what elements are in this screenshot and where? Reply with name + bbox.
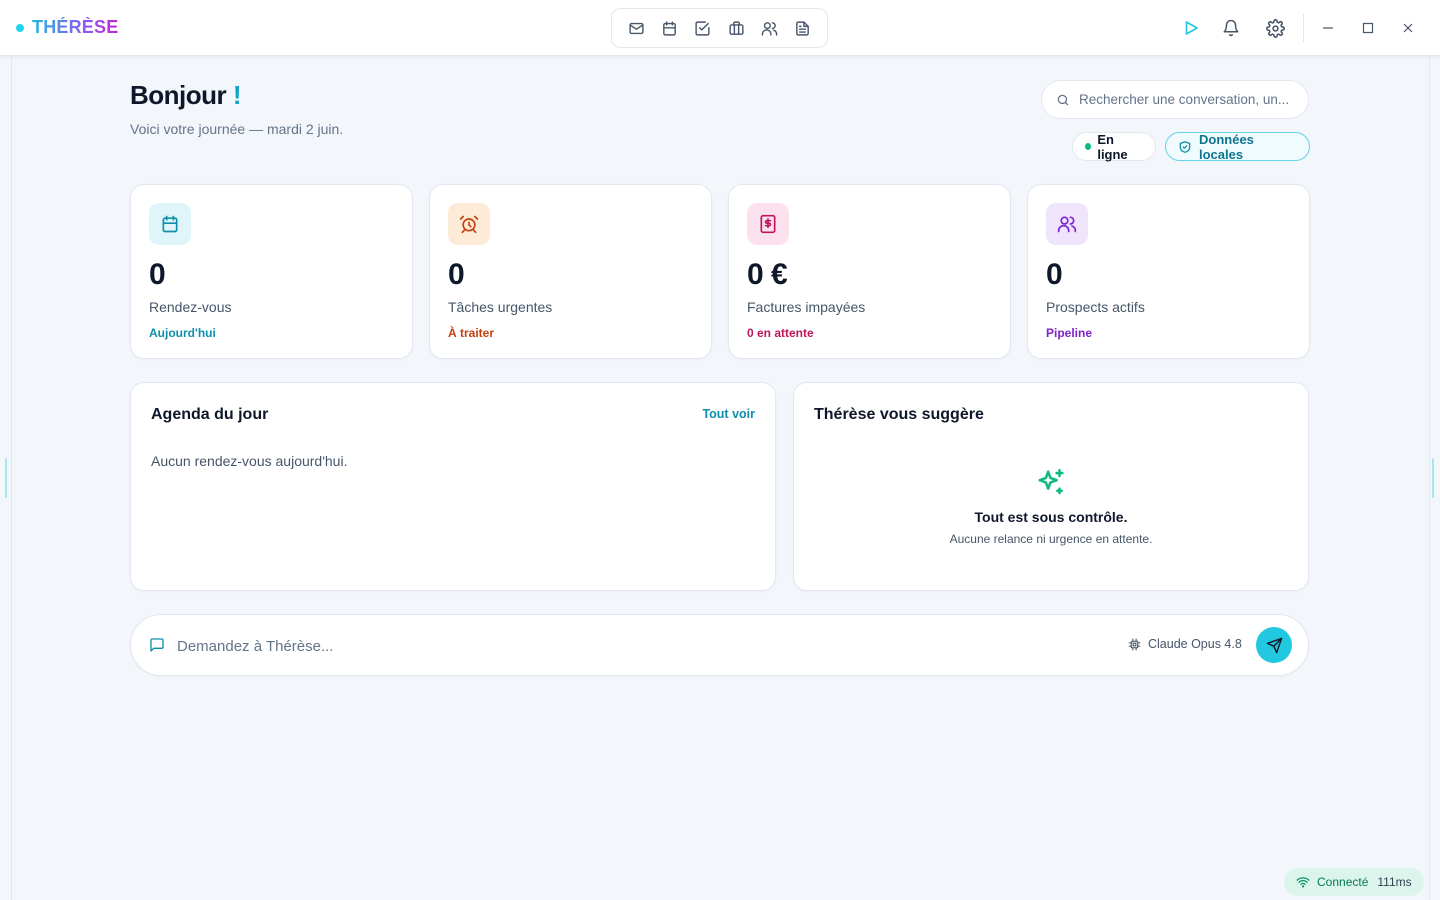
- agenda-title: Agenda du jour: [151, 406, 269, 423]
- sparkles-icon: [1034, 466, 1068, 500]
- page-subtitle: Voici votre journée — mardi 2 juin.: [130, 121, 344, 137]
- app-logo[interactable]: THÉRÈSE: [16, 17, 118, 38]
- model-name: Claude Opus 4.8: [1148, 637, 1242, 651]
- see-all-link[interactable]: Tout voir: [702, 407, 755, 421]
- stat-value: 0: [1046, 258, 1063, 291]
- chat-bar: Claude Opus 4.8: [130, 614, 1309, 676]
- greeting-text: Bonjour: [130, 80, 227, 110]
- latency-value: 111ms: [1377, 875, 1412, 889]
- suggestions-headline: Tout est sous contrôle.: [974, 509, 1128, 525]
- briefcase-icon[interactable]: [726, 18, 746, 38]
- title-bar: THÉRÈSE: [0, 0, 1440, 56]
- close-icon[interactable]: [1398, 18, 1418, 38]
- tasks-icon[interactable]: [693, 18, 713, 38]
- left-edge: [11, 56, 12, 900]
- right-edge: [1429, 56, 1430, 900]
- stat-value: 0: [149, 258, 166, 291]
- stat-sublabel: Pipeline: [1046, 326, 1093, 340]
- chip-icon: [1128, 638, 1148, 651]
- suggestions-panel: Thérèse vous suggère Tout est sous contr…: [793, 382, 1309, 591]
- stat-card-appointments[interactable]: 0 Rendez-vous Aujourd'hui: [130, 184, 413, 359]
- stat-sublabel: 0 en attente: [747, 326, 814, 340]
- main-nav: [611, 8, 828, 48]
- local-data-label: Données locales: [1199, 131, 1254, 162]
- chat-input[interactable]: [177, 634, 1077, 658]
- users-icon[interactable]: [760, 18, 780, 38]
- stat-value: 0 €: [747, 258, 788, 291]
- connection-status-badge: Connecté 111ms: [1284, 868, 1424, 896]
- greeting-mark: !: [232, 80, 242, 110]
- app-name: THÉRÈSE: [32, 17, 119, 37]
- online-dot: [1085, 143, 1092, 150]
- online-status-badge: En ligne: [1072, 131, 1156, 162]
- maximize-icon[interactable]: [1358, 18, 1378, 38]
- page-title: Bonjour !: [130, 80, 242, 111]
- stat-value: 0: [448, 258, 465, 291]
- send-icon: [1266, 637, 1283, 654]
- search-input[interactable]: [1079, 92, 1299, 107]
- gear-icon[interactable]: [1264, 17, 1286, 39]
- stat-card-urgent-tasks[interactable]: 0 Tâches urgentes À traiter: [429, 184, 712, 359]
- agenda-panel: Agenda du jour Tout voir Aucun rendez-vo…: [130, 382, 776, 591]
- online-label: En ligne: [1097, 131, 1128, 162]
- mail-icon[interactable]: [626, 18, 646, 38]
- invoice-icon: [747, 203, 789, 245]
- send-button[interactable]: [1256, 627, 1292, 663]
- suggestions-detail: Aucune relance ni urgence en attente.: [949, 532, 1153, 546]
- document-icon[interactable]: [793, 18, 813, 38]
- local-data-button[interactable]: Données locales: [1165, 131, 1310, 162]
- connection-label: Connecté: [1317, 875, 1369, 889]
- search-box[interactable]: [1041, 80, 1309, 119]
- stat-card-unpaid-invoices[interactable]: 0 € Factures impayées 0 en attente: [728, 184, 1011, 359]
- stat-card-active-prospects[interactable]: 0 Prospects actifs Pipeline: [1027, 184, 1310, 359]
- stat-label: Rendez-vous: [149, 299, 232, 315]
- message-icon: [149, 637, 165, 653]
- agenda-empty-text: Aucun rendez-vous aujourd'hui.: [151, 453, 348, 469]
- right-resize-handle[interactable]: [1432, 458, 1434, 498]
- stat-sublabel: Aujourd'hui: [149, 326, 216, 340]
- stat-label: Factures impayées: [747, 299, 866, 315]
- suggestions-title: Thérèse vous suggère: [814, 406, 984, 423]
- play-icon[interactable]: [1180, 17, 1202, 39]
- stat-sublabel: À traiter: [448, 326, 495, 340]
- calendar-icon[interactable]: [659, 18, 679, 38]
- model-selector[interactable]: Claude Opus 4.8: [1128, 637, 1242, 651]
- shield-check-icon: [1178, 140, 1199, 154]
- search-icon: [1056, 93, 1070, 107]
- stat-label: Tâches urgentes: [448, 299, 553, 315]
- toolbar-separator: [1303, 14, 1304, 42]
- users-icon: [1046, 203, 1088, 245]
- wifi-icon: [1296, 875, 1317, 889]
- alarm-clock-icon: [448, 203, 490, 245]
- bell-icon[interactable]: [1220, 17, 1242, 39]
- stat-label: Prospects actifs: [1046, 299, 1145, 315]
- minimize-icon[interactable]: [1318, 18, 1338, 38]
- logo-dot: [16, 23, 24, 32]
- left-resize-handle[interactable]: [5, 458, 7, 498]
- calendar-icon: [149, 203, 191, 245]
